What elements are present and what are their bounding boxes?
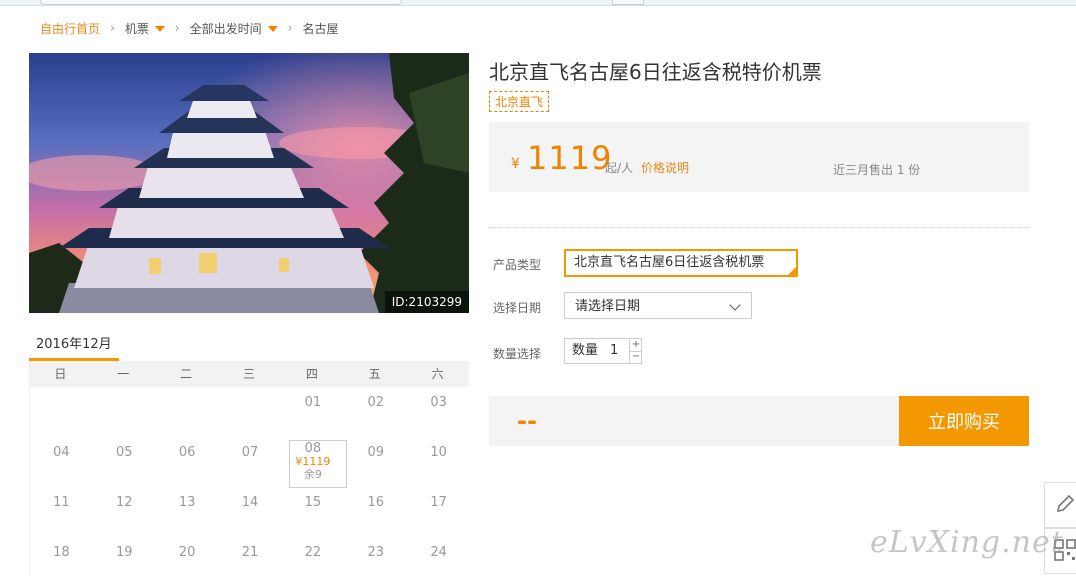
caret-down-icon (267, 26, 278, 32)
product-type-option[interactable]: 北京直飞名古屋6日往返含税机票 (564, 249, 798, 277)
breadcrumb-destination: 名古屋 (302, 21, 339, 36)
weekday-label: 三 (243, 367, 256, 381)
price-explanation-link[interactable]: 价格说明 (641, 159, 689, 176)
calendar-grid: 01 02 03 04 05 06 07 08 ¥1119 余9 09 10 1… (29, 387, 470, 576)
browser-tab-small[interactable] (612, 0, 644, 5)
calendar-day-empty (93, 387, 156, 437)
calendar-week-row: 01 02 03 (30, 387, 470, 437)
photo-id-label: ID:2103299 (384, 291, 469, 313)
price-box: ¥ 1119 起/人 价格说明 近三月售出 1 份 (489, 122, 1029, 192)
pencil-icon (1056, 494, 1075, 513)
weekday-label: 二 (180, 367, 193, 381)
weekday-label: 日 (54, 367, 67, 381)
quantity-stepper[interactable]: 数量 1 + − (564, 338, 642, 364)
calendar-day: 10 (430, 445, 447, 460)
product-photo: ID:2103299 (29, 53, 469, 313)
product-tag-badge: 北京直飞 (489, 91, 550, 112)
weekday-label: 五 (368, 367, 381, 381)
calendar-day-price: ¥1119 (295, 455, 331, 468)
calendar-weekday-header: 日 一 二 三 四 五 六 (29, 361, 469, 387)
breadcrumb-home-link[interactable]: 自由行首页 (40, 20, 100, 37)
calendar-day: 23 (367, 545, 384, 560)
product-type-label: 产品类型 (493, 258, 542, 272)
date-select-placeholder: 请选择日期 (575, 299, 641, 314)
calendar-day-remaining: 余9 (303, 468, 322, 481)
calendar-day: 17 (430, 495, 447, 510)
calendar-day: 01 (304, 395, 322, 410)
quantity-minus-button[interactable]: − (629, 351, 642, 363)
price-unit: 起/人 (605, 161, 634, 175)
divider (489, 227, 1029, 228)
calendar-day: 03 (430, 395, 447, 410)
calendar-day-empty (156, 387, 219, 437)
calendar-day: 16 (367, 495, 384, 510)
calendar-week-row: 18 19 20 21 22 23 24 (30, 537, 470, 587)
calendar-day: 05 (116, 445, 133, 460)
breadcrumb-departure-time-dropdown[interactable]: 全部出发时间 (190, 20, 278, 37)
calendar-month-tab[interactable]: 2016年12月 (36, 333, 112, 352)
calendar-day-empty (219, 387, 282, 437)
calendar-week-row: 04 05 06 07 08 ¥1119 余9 09 10 (30, 437, 470, 488)
calendar-week-row: 11 12 13 14 15 16 17 (30, 487, 470, 537)
weekday-label: 六 (431, 367, 444, 381)
calendar-day: 04 (53, 445, 70, 460)
date-label: 选择日期 (493, 301, 542, 315)
price-value: 1119 (527, 139, 613, 177)
calendar-day: 07 (241, 445, 259, 460)
browser-tab[interactable] (40, 0, 402, 5)
calendar-day: 02 (367, 395, 384, 410)
calendar-day-available[interactable]: 08 ¥1119 余9 (281, 437, 348, 488)
browser-top-strip (0, 0, 1076, 6)
sales-count: 近三月售出 1 份 (833, 163, 921, 177)
date-select[interactable]: 请选择日期 (564, 292, 752, 319)
calendar-day: 09 (367, 445, 384, 460)
breadcrumb-separator-icon: › (287, 21, 293, 35)
calendar-day: 22 (304, 545, 322, 560)
breadcrumb-flights-dropdown[interactable]: 机票 (125, 20, 165, 37)
breadcrumb: 自由行首页 › 机票 › 全部出发时间 › 名古屋 (40, 18, 339, 38)
site-watermark: eLvXing.net (870, 525, 1064, 560)
buy-now-button[interactable]: 立即购买 (899, 396, 1029, 446)
feedback-tool-button[interactable] (1044, 482, 1076, 528)
quantity-value[interactable]: 1 (610, 339, 618, 363)
weekday-label: 四 (305, 367, 318, 381)
calendar-day-empty (30, 387, 93, 437)
breadcrumb-departure-label: 全部出发时间 (189, 21, 262, 36)
quantity-label: 数量选择 (493, 347, 542, 361)
product-title: 北京直飞名古屋6日往返含税特价机票 (489, 60, 822, 84)
calendar-day: 15 (304, 495, 322, 510)
breadcrumb-flights-label: 机票 (124, 21, 149, 36)
calendar-day: 14 (241, 495, 259, 510)
total-price-bar: -- (489, 396, 899, 446)
weekday-label: 一 (117, 367, 130, 381)
currency-symbol: ¥ (511, 156, 520, 172)
product-type-value: 北京直飞名古屋6日往返含税机票 (574, 255, 765, 270)
calendar-day: 06 (178, 445, 196, 460)
breadcrumb-separator-icon: › (110, 21, 115, 35)
calendar-day: 12 (116, 495, 133, 510)
calendar-day: 18 (53, 545, 70, 560)
calendar-day: 21 (241, 545, 259, 560)
calendar-day: 24 (430, 545, 447, 560)
calendar-day-number: 08 (304, 441, 322, 456)
breadcrumb-separator-icon: › (174, 21, 180, 35)
selected-corner-icon (788, 267, 796, 275)
calendar-day: 11 (53, 495, 70, 510)
total-price-value: -- (517, 407, 537, 435)
quantity-field-label: 数量 (572, 343, 599, 358)
caret-down-icon (154, 26, 165, 32)
chevron-down-icon (729, 299, 741, 311)
calendar-day: 20 (178, 545, 196, 560)
calendar-day: 19 (116, 545, 133, 560)
castle-photo-image (29, 53, 469, 313)
calendar-day: 13 (178, 495, 196, 510)
